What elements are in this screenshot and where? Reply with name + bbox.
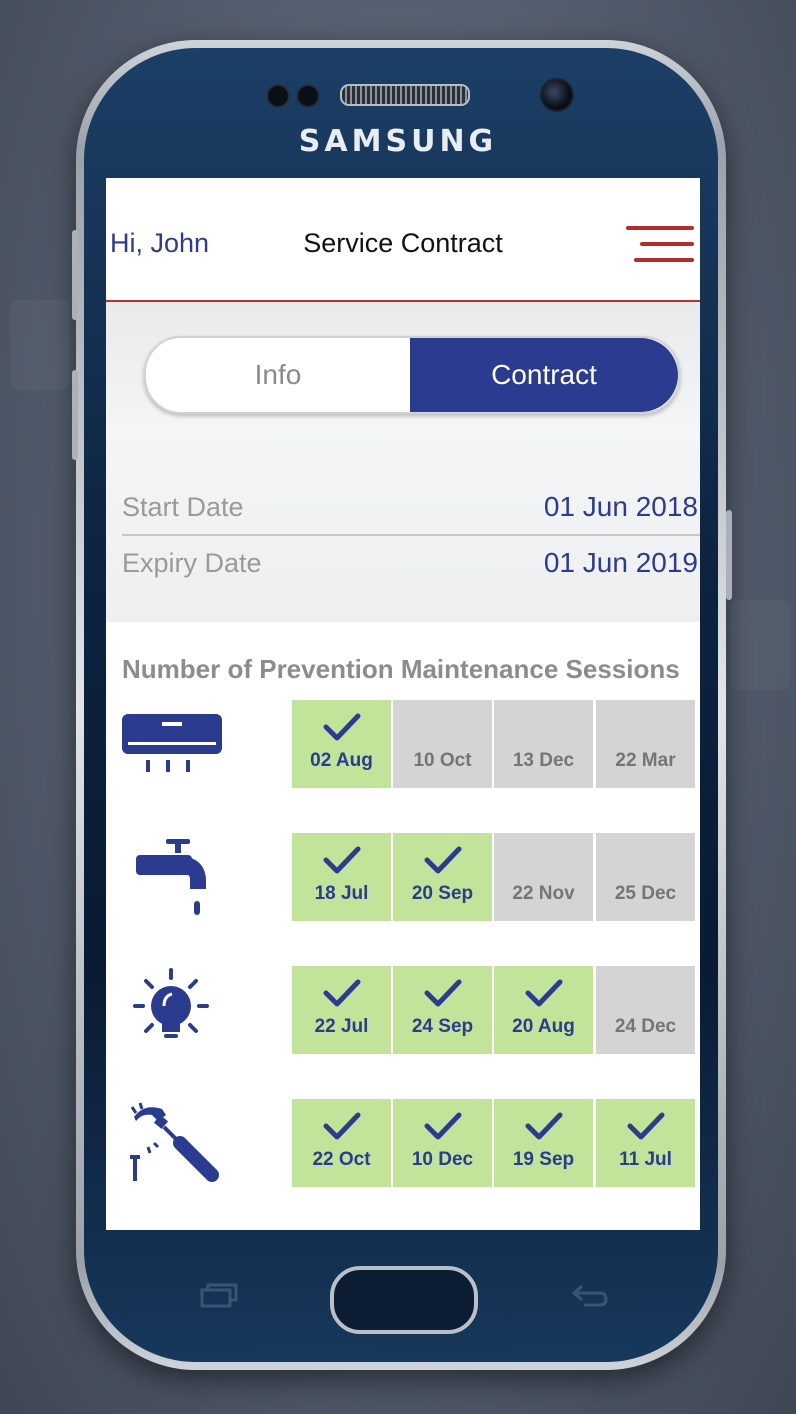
front-camera: [540, 78, 574, 112]
session-date: 20 Sep: [411, 883, 474, 904]
check-icon: [323, 1112, 361, 1140]
session-cell: 20 Aug: [494, 966, 593, 1054]
app-header: Hi, John Service Contract: [106, 178, 700, 302]
air-conditioner-icon: [120, 700, 226, 790]
background-key: [10, 300, 70, 390]
background-key: [730, 600, 790, 690]
session-cell: 19 Sep: [494, 1099, 593, 1187]
session-date: 22 Jul: [314, 1016, 369, 1037]
session-date: 02 Aug: [310, 750, 373, 771]
session-date: 24 Sep: [411, 1016, 474, 1037]
session-cell: 25 Dec: [596, 833, 695, 921]
tab-contract[interactable]: Contract: [410, 338, 678, 412]
session-cell: 22 Nov: [494, 833, 593, 921]
session-date: 25 Dec: [614, 883, 677, 904]
expiry-date-value: 01 Jun 2019: [543, 547, 698, 578]
start-date-label: Start Date: [122, 492, 244, 522]
session-row: 22 Jul 24 Sep 20 Aug 24 Dec: [106, 966, 700, 1056]
volume-button: [72, 230, 78, 320]
recent-apps-icon[interactable]: [198, 1280, 238, 1310]
session-cell: 22 Oct: [292, 1099, 391, 1187]
session-date: 20 Aug: [512, 1016, 575, 1037]
session-date: 22 Nov: [512, 883, 575, 904]
session-cell: 02 Aug: [292, 700, 391, 788]
check-icon: [424, 1112, 462, 1140]
session-date: 10 Oct: [413, 750, 472, 771]
app-screen: Hi, John Service Contract Info Contract …: [106, 178, 700, 1230]
page-title: Service Contract: [303, 228, 503, 258]
session-cell: 10 Dec: [393, 1099, 492, 1187]
check-icon: [627, 1112, 665, 1140]
sensor-dot: [266, 84, 290, 108]
session-cell: 11 Jul: [596, 1099, 695, 1187]
session-cell: 20 Sep: [393, 833, 492, 921]
menu-icon[interactable]: [622, 224, 694, 266]
check-icon: [525, 979, 563, 1007]
segmented-toggle: Info Contract: [144, 336, 680, 414]
home-button[interactable]: [330, 1266, 478, 1334]
session-date: 18 Jul: [314, 883, 369, 904]
session-date: 22 Mar: [615, 750, 676, 771]
session-date: 10 Dec: [411, 1149, 474, 1170]
check-icon: [424, 979, 462, 1007]
check-icon: [323, 979, 361, 1007]
earpiece-speaker: [340, 84, 470, 106]
session-row: 22 Oct 10 Dec 19 Sep 11 Jul: [106, 1099, 700, 1189]
session-date: 22 Oct: [312, 1149, 371, 1170]
session-cell: 10 Oct: [393, 700, 492, 788]
session-date: 19 Sep: [512, 1149, 575, 1170]
session-cell: 24 Dec: [596, 966, 695, 1054]
light-bulb-icon: [120, 966, 226, 1056]
session-date: 11 Jul: [619, 1149, 672, 1170]
power-button: [726, 510, 732, 600]
check-icon: [525, 1112, 563, 1140]
volume-button: [72, 370, 78, 460]
back-icon[interactable]: [570, 1280, 610, 1310]
session-date: 24 Dec: [614, 1016, 677, 1037]
sensor-dot: [296, 84, 320, 108]
session-cell: 22 Mar: [596, 700, 695, 788]
contract-info-panel: Info Contract Start Date 01 Jun 2018 Exp…: [106, 302, 700, 622]
tab-info[interactable]: Info: [146, 338, 410, 412]
water-tap-icon: [120, 833, 226, 923]
session-row: 02 Aug 10 Oct 13 Dec 22 Mar: [106, 700, 700, 790]
session-cell: 18 Jul: [292, 833, 391, 921]
hammer-screwdriver-icon: [120, 1099, 226, 1189]
sessions-title: Number of Prevention Maintenance Session…: [122, 654, 680, 684]
session-row: 18 Jul 20 Sep 22 Nov 25 Dec: [106, 833, 700, 923]
check-icon: [323, 846, 361, 874]
check-icon: [424, 846, 462, 874]
session-date: 13 Dec: [512, 750, 575, 771]
device-brand: SAMSUNG: [298, 124, 498, 159]
expiry-date-label: Expiry Date: [122, 548, 262, 578]
session-cell: 22 Jul: [292, 966, 391, 1054]
session-cell: 24 Sep: [393, 966, 492, 1054]
divider: [122, 534, 700, 536]
start-date-value: 01 Jun 2018: [543, 491, 698, 522]
session-cell: 13 Dec: [494, 700, 593, 788]
check-icon: [323, 713, 361, 741]
